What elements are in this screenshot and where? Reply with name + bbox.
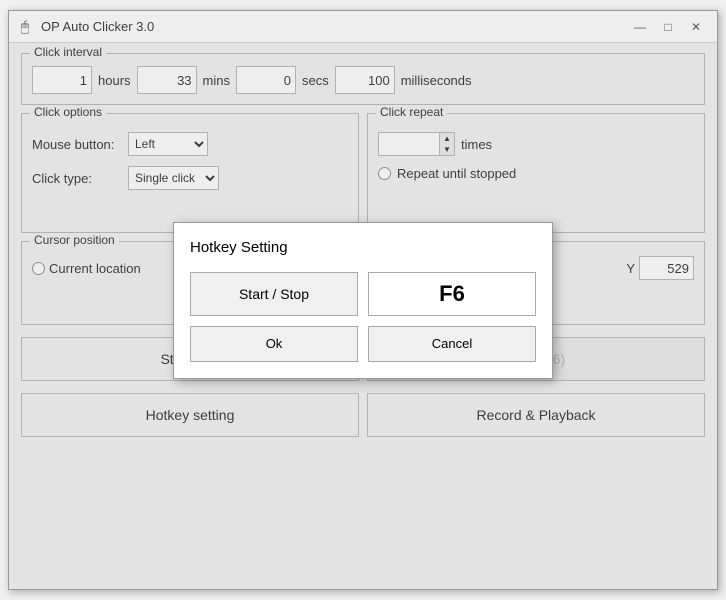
modal-action-row: Ok Cancel bbox=[190, 326, 536, 362]
ok-button[interactable]: Ok bbox=[190, 326, 358, 362]
hotkey-modal: Hotkey Setting Start / Stop F6 Ok Cancel bbox=[173, 222, 553, 379]
main-window: 🖱 OP Auto Clicker 3.0 — □ ✕ Click interv… bbox=[8, 10, 718, 590]
modal-title: Hotkey Setting bbox=[190, 239, 536, 256]
cancel-button[interactable]: Cancel bbox=[368, 326, 536, 362]
start-stop-hotkey-button[interactable]: Start / Stop bbox=[190, 272, 358, 316]
modal-overlay: Hotkey Setting Start / Stop F6 Ok Cancel bbox=[9, 11, 717, 589]
current-key-display: F6 bbox=[368, 272, 536, 316]
modal-key-row: Start / Stop F6 bbox=[190, 272, 536, 316]
